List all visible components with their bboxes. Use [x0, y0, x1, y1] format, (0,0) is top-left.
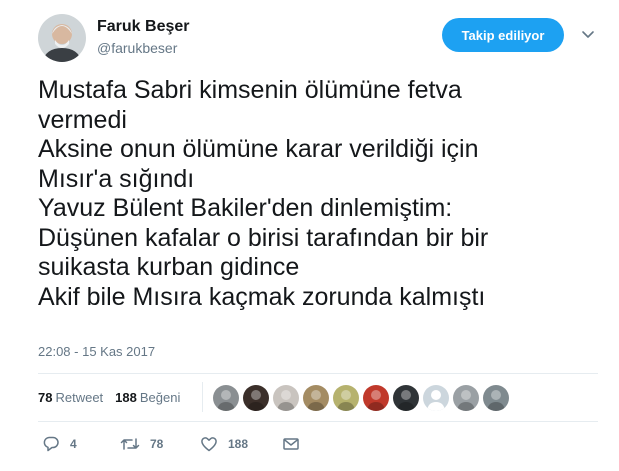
liker-avatar[interactable]: [393, 385, 419, 411]
tweet-text-line: Yavuz Bülent Bakiler'den dinlemiştim:: [38, 194, 453, 222]
tweet-text-line: Mısır'a sığındı: [38, 164, 195, 193]
liker-avatar[interactable]: [363, 385, 389, 411]
like-button[interactable]: 188: [200, 430, 248, 458]
retweet-label: Retweet: [55, 390, 104, 405]
reply-count: 4: [70, 437, 77, 451]
liker-avatar[interactable]: [243, 385, 269, 411]
retweet-count: 78: [38, 390, 53, 405]
tweet-text-line: vermedi: [38, 105, 127, 134]
user-name[interactable]: Faruk Beşer: [97, 18, 190, 36]
liker-avatar[interactable]: [273, 385, 299, 411]
tweet-timestamp[interactable]: 22:08 - 15 Kas 2017: [38, 344, 155, 359]
tweet-text-line: Aksine onun ölümüne karar verildiği için: [38, 135, 479, 163]
retweet-button[interactable]: 78: [120, 430, 163, 458]
direct-message-button[interactable]: [282, 430, 300, 458]
divider: [38, 421, 598, 422]
tweet-text: Mustafa Sabri kimsenin ölümüne fetva ver…: [38, 76, 598, 312]
heart-icon: [200, 435, 218, 453]
chevron-down-icon[interactable]: [580, 26, 596, 42]
retweet-action-count: 78: [150, 437, 164, 451]
retweet-icon: [120, 435, 140, 453]
like-stat[interactable]: 188 Beğeni: [115, 390, 180, 405]
tweet-text-line: Akif bile Mısıra kaçmak zorunda kalmıştı: [38, 282, 486, 311]
user-handle[interactable]: @farukbeser: [97, 40, 177, 56]
liker-avatar[interactable]: [333, 385, 359, 411]
reply-button[interactable]: 4: [42, 430, 77, 458]
liker-avatar[interactable]: [213, 385, 239, 411]
reply-icon: [42, 435, 60, 453]
stats-separator: [202, 382, 203, 412]
like-action-count: 188: [228, 437, 249, 451]
mail-icon: [282, 435, 300, 453]
avatar[interactable]: [38, 14, 86, 62]
like-count: 188: [115, 390, 137, 405]
tweet-text-line: suikasta kurban gidince: [38, 253, 300, 281]
liker-avatar[interactable]: [483, 385, 509, 411]
tweet-text-line: Düşünen kafalar o birisi tarafından bir …: [38, 223, 489, 252]
retweet-stat[interactable]: 78 Retweet: [38, 390, 103, 405]
tweet-stats: 78 Retweet 188 Beğeni: [38, 374, 598, 421]
tweet-header: Faruk Beşer @farukbeser Takip ediliyor: [38, 14, 598, 64]
like-label: Beğeni: [139, 390, 181, 405]
liker-avatar[interactable]: [303, 385, 329, 411]
liker-avatar[interactable]: [453, 385, 479, 411]
tweet-actions: 4 78 188: [38, 430, 598, 458]
default-avatar-icon[interactable]: [423, 385, 449, 411]
following-button[interactable]: Takip ediliyor: [442, 18, 564, 52]
tweet-text-line: Mustafa Sabri kimsenin ölümüne fetva: [38, 76, 462, 104]
likers-avatars: [213, 385, 513, 411]
